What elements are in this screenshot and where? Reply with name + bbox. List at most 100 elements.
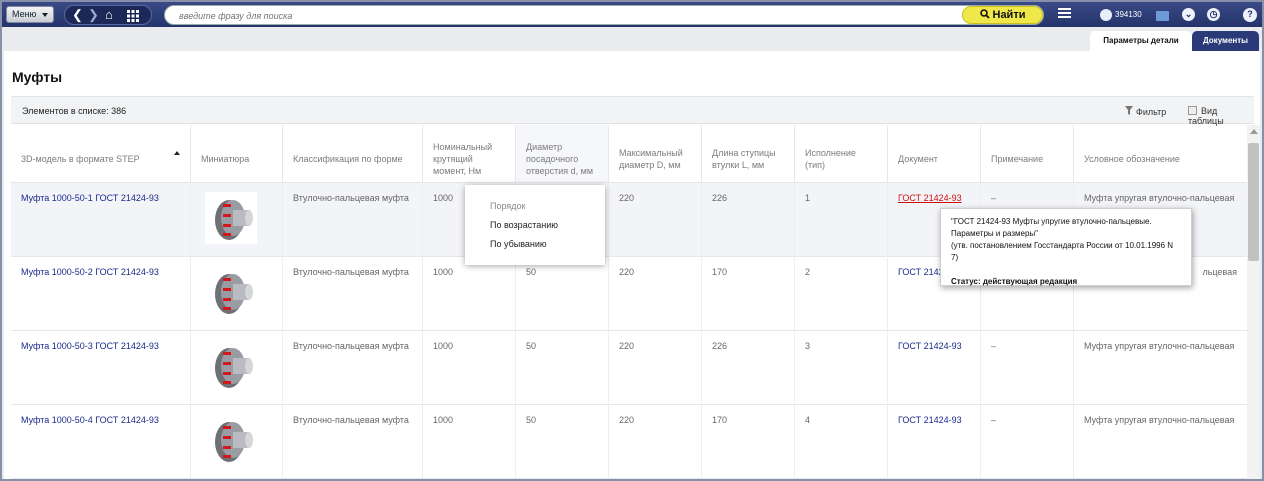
- search-box: Найти: [164, 5, 1044, 25]
- max-diameter-cell: 220: [609, 331, 702, 405]
- menu-button[interactable]: Меню: [6, 6, 54, 23]
- coupling-thumbnail[interactable]: [205, 192, 257, 244]
- menu-label: Меню: [12, 9, 37, 19]
- document-tooltip: "ГОСТ 21424-93 Муфты упругие втулочно-па…: [940, 208, 1192, 286]
- sort-menu-title: Порядок: [490, 201, 526, 211]
- hamburger-menu-icon[interactable]: [1058, 8, 1071, 18]
- shape-cell: Втулочно-пальцевая муфта: [283, 405, 423, 479]
- col-header-label: Примечание: [991, 153, 1044, 164]
- thumbnail-cell: [191, 257, 283, 331]
- designation-cell: Муфта упругая втулочно-пальцевая: [1084, 341, 1235, 351]
- col-header-model[interactable]: 3D-модель в формате STEP: [11, 125, 191, 183]
- torque-cell: 1000: [423, 405, 516, 479]
- list-toolbar: Элементов в списке: 386 Фильтр Вид табли…: [11, 96, 1254, 126]
- scroll-thumb[interactable]: [1248, 143, 1259, 261]
- search-icon: [979, 9, 990, 19]
- col-header-type[interactable]: Исполнение (тип): [795, 125, 888, 183]
- thumbnail-cell: [191, 405, 283, 479]
- coupling-thumbnail[interactable]: [205, 414, 257, 466]
- model-link[interactable]: Муфта 1000-50-2 ГОСТ 21424-93: [11, 257, 191, 331]
- table-row[interactable]: Муфта 1000-50-3 ГОСТ 21424-93 Втулочно-п…: [11, 331, 1247, 405]
- max-diameter-cell: 220: [609, 257, 702, 331]
- find-label: Найти: [992, 9, 1026, 21]
- designation-cell: Муфта упругая втулочно-пальцевая: [1084, 415, 1235, 425]
- document-link[interactable]: ГОСТ 21424-93: [888, 331, 981, 405]
- sort-dropdown: Порядок По возрастанию По убыванию: [465, 185, 605, 265]
- hub-length-cell: 170: [702, 257, 795, 331]
- item-count: Элементов в списке: 386: [22, 106, 127, 116]
- tooltip-line: "ГОСТ 21424-93 Муфты упругие втулочно-па…: [951, 217, 1152, 226]
- col-header-label: Длина ступицы втулки L, мм: [712, 147, 776, 170]
- col-header-label: Максимальный диаметр D, мм: [619, 147, 683, 170]
- folder-icon[interactable]: [1156, 11, 1169, 21]
- view-table-button[interactable]: Вид таблицы: [1188, 106, 1254, 126]
- col-header-label: Классификация по форме: [293, 153, 403, 164]
- type-cell: 3: [795, 331, 888, 405]
- model-link[interactable]: Муфта 1000-50-4 ГОСТ 21424-93: [11, 405, 191, 479]
- col-header-designation[interactable]: Условное обозначение: [1074, 125, 1247, 183]
- results-table: 3D-модель в формате STEP Миниатюра Класс…: [11, 125, 1247, 479]
- home-icon[interactable]: ⌂: [105, 8, 113, 22]
- bore-cell: 50: [516, 257, 609, 331]
- user-count: 394130: [1115, 10, 1142, 19]
- col-header-document[interactable]: Документ: [888, 125, 981, 183]
- tooltip-line: Параметры и размеры": [951, 229, 1039, 238]
- search-input[interactable]: [179, 9, 939, 22]
- col-header-bore[interactable]: Диаметр посадочного отверстия d, мм: [516, 125, 609, 183]
- type-cell: 4: [795, 405, 888, 479]
- col-header-torque[interactable]: Номинальный крутящий момент, Нм: [423, 125, 516, 183]
- filter-button[interactable]: Фильтр: [1125, 106, 1166, 117]
- page-title: Муфты: [12, 69, 63, 85]
- user-icon[interactable]: [1100, 9, 1112, 21]
- bore-cell: 50: [516, 331, 609, 405]
- tab-part-params[interactable]: Параметры детали: [1090, 31, 1192, 51]
- torque-cell: 1000: [423, 257, 516, 331]
- forward-icon[interactable]: ❯: [88, 8, 99, 22]
- find-button[interactable]: Найти: [962, 6, 1043, 24]
- chevron-down-icon[interactable]: ⌄: [1182, 8, 1195, 21]
- bore-cell: 50: [516, 405, 609, 479]
- tooltip-status: Статус: действующая редакция: [951, 277, 1078, 286]
- note-cell: –: [981, 405, 1074, 479]
- col-header-hub-length[interactable]: Длина ступицы втулки L, мм: [702, 125, 795, 183]
- col-header-label: Диаметр посадочного отверстия d, мм: [526, 141, 594, 176]
- table-view-icon: [1188, 106, 1197, 115]
- back-icon[interactable]: ❮: [72, 8, 83, 22]
- apps-grid-icon[interactable]: [127, 10, 139, 22]
- table-row[interactable]: Муфта 1000-50-4 ГОСТ 21424-93 Втулочно-п…: [11, 405, 1247, 479]
- caret-down-icon: [42, 13, 48, 17]
- filter-label: Фильтр: [1136, 107, 1167, 117]
- note-cell: –: [981, 331, 1074, 405]
- scroll-up-arrow-icon[interactable]: [1250, 129, 1258, 134]
- coupling-thumbnail[interactable]: [205, 266, 257, 318]
- vertical-scrollbar[interactable]: [1247, 125, 1260, 479]
- coupling-thumbnail[interactable]: [205, 340, 257, 392]
- hub-length-cell: 226: [702, 331, 795, 405]
- model-link[interactable]: Муфта 1000-50-1 ГОСТ 21424-93: [11, 183, 191, 257]
- type-cell: 1: [795, 183, 888, 257]
- col-header-note[interactable]: Примечание: [981, 125, 1074, 183]
- col-header-shape[interactable]: Классификация по форме: [283, 125, 423, 183]
- filter-icon: [1125, 106, 1133, 115]
- col-header-label: Исполнение (тип): [805, 147, 856, 170]
- model-link[interactable]: Муфта 1000-50-3 ГОСТ 21424-93: [11, 331, 191, 405]
- sort-descending-option[interactable]: По убыванию: [490, 239, 547, 249]
- type-cell: 2: [795, 257, 888, 331]
- shape-cell: Втулочно-пальцевая муфта: [283, 331, 423, 405]
- thumbnail-cell: [191, 183, 283, 257]
- document-link[interactable]: ГОСТ 21424-93: [888, 405, 981, 479]
- help-icon[interactable]: ?: [1243, 8, 1257, 22]
- col-header-label: 3D-модель в формате STEP: [21, 153, 140, 164]
- col-header-max-d[interactable]: Максимальный диаметр D, мм: [609, 125, 702, 183]
- tab-documents[interactable]: Документы: [1192, 31, 1259, 51]
- shape-cell: Втулочно-пальцевая муфта: [283, 183, 423, 257]
- col-header-thumb[interactable]: Миниатюра: [191, 125, 283, 183]
- col-header-label: Миниатюра: [201, 153, 250, 164]
- max-diameter-cell: 220: [609, 183, 702, 257]
- torque-cell: 1000: [423, 331, 516, 405]
- sort-ascending-option[interactable]: По возрастанию: [490, 220, 558, 230]
- clock-icon[interactable]: ◷: [1207, 8, 1220, 21]
- shape-cell: Втулочно-пальцевая муфта: [283, 257, 423, 331]
- tooltip-line: (утв. постановлением Госстандарта России…: [951, 241, 1174, 262]
- hub-length-cell: 226: [702, 183, 795, 257]
